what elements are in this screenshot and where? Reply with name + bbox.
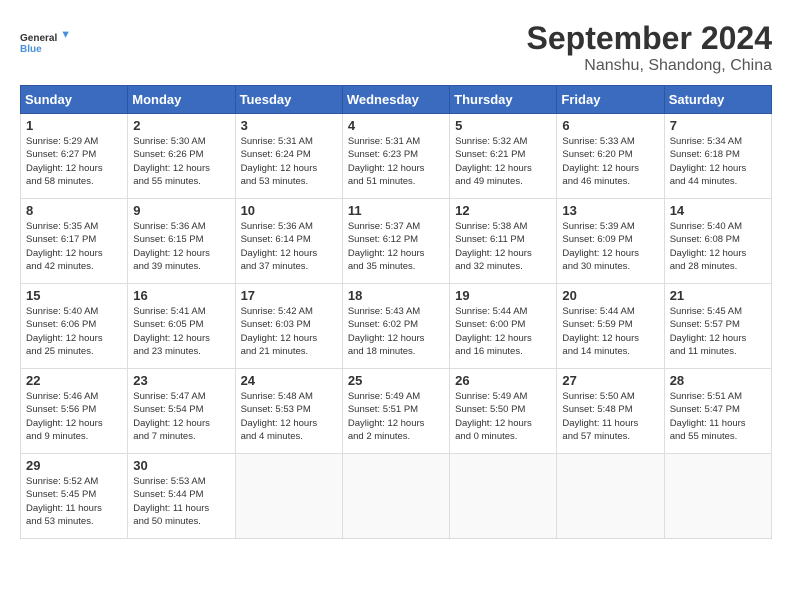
day-1: 1Sunrise: 5:29 AMSunset: 6:27 PMDaylight… bbox=[21, 114, 128, 199]
day-8: 8Sunrise: 5:35 AMSunset: 6:17 PMDaylight… bbox=[21, 199, 128, 284]
day-29: 29Sunrise: 5:52 AMSunset: 5:45 PMDayligh… bbox=[21, 454, 128, 539]
day-empty bbox=[235, 454, 342, 539]
week-row-2: 8Sunrise: 5:35 AMSunset: 6:17 PMDaylight… bbox=[21, 199, 772, 284]
col-wednesday: Wednesday bbox=[342, 86, 449, 114]
col-thursday: Thursday bbox=[450, 86, 557, 114]
day-empty bbox=[557, 454, 664, 539]
col-friday: Friday bbox=[557, 86, 664, 114]
day-6: 6Sunrise: 5:33 AMSunset: 6:20 PMDaylight… bbox=[557, 114, 664, 199]
day-18: 18Sunrise: 5:43 AMSunset: 6:02 PMDayligh… bbox=[342, 284, 449, 369]
logo: General Blue bbox=[20, 20, 70, 65]
day-23: 23Sunrise: 5:47 AMSunset: 5:54 PMDayligh… bbox=[128, 369, 235, 454]
day-14: 14Sunrise: 5:40 AMSunset: 6:08 PMDayligh… bbox=[664, 199, 771, 284]
svg-text:General: General bbox=[20, 33, 57, 44]
day-26: 26Sunrise: 5:49 AMSunset: 5:50 PMDayligh… bbox=[450, 369, 557, 454]
day-30: 30Sunrise: 5:53 AMSunset: 5:44 PMDayligh… bbox=[128, 454, 235, 539]
day-12: 12Sunrise: 5:38 AMSunset: 6:11 PMDayligh… bbox=[450, 199, 557, 284]
day-22: 22Sunrise: 5:46 AMSunset: 5:56 PMDayligh… bbox=[21, 369, 128, 454]
col-monday: Monday bbox=[128, 86, 235, 114]
day-empty bbox=[342, 454, 449, 539]
day-5: 5Sunrise: 5:32 AMSunset: 6:21 PMDaylight… bbox=[450, 114, 557, 199]
day-28: 28Sunrise: 5:51 AMSunset: 5:47 PMDayligh… bbox=[664, 369, 771, 454]
day-7: 7Sunrise: 5:34 AMSunset: 6:18 PMDaylight… bbox=[664, 114, 771, 199]
day-3: 3Sunrise: 5:31 AMSunset: 6:24 PMDaylight… bbox=[235, 114, 342, 199]
day-empty bbox=[450, 454, 557, 539]
col-saturday: Saturday bbox=[664, 86, 771, 114]
day-27: 27Sunrise: 5:50 AMSunset: 5:48 PMDayligh… bbox=[557, 369, 664, 454]
day-20: 20Sunrise: 5:44 AMSunset: 5:59 PMDayligh… bbox=[557, 284, 664, 369]
week-row-1: 1Sunrise: 5:29 AMSunset: 6:27 PMDaylight… bbox=[21, 114, 772, 199]
week-row-5: 29Sunrise: 5:52 AMSunset: 5:45 PMDayligh… bbox=[21, 454, 772, 539]
day-10: 10Sunrise: 5:36 AMSunset: 6:14 PMDayligh… bbox=[235, 199, 342, 284]
page-subtitle: Nanshu, Shandong, China bbox=[527, 57, 772, 75]
day-13: 13Sunrise: 5:39 AMSunset: 6:09 PMDayligh… bbox=[557, 199, 664, 284]
day-19: 19Sunrise: 5:44 AMSunset: 6:00 PMDayligh… bbox=[450, 284, 557, 369]
logo-svg: General Blue bbox=[20, 20, 70, 65]
svg-text:Blue: Blue bbox=[20, 44, 42, 55]
calendar-header-row: Sunday Monday Tuesday Wednesday Thursday… bbox=[21, 86, 772, 114]
week-row-4: 22Sunrise: 5:46 AMSunset: 5:56 PMDayligh… bbox=[21, 369, 772, 454]
calendar-table: Sunday Monday Tuesday Wednesday Thursday… bbox=[20, 85, 772, 539]
col-sunday: Sunday bbox=[21, 86, 128, 114]
day-4: 4Sunrise: 5:31 AMSunset: 6:23 PMDaylight… bbox=[342, 114, 449, 199]
day-16: 16Sunrise: 5:41 AMSunset: 6:05 PMDayligh… bbox=[128, 284, 235, 369]
day-2: 2Sunrise: 5:30 AMSunset: 6:26 PMDaylight… bbox=[128, 114, 235, 199]
day-24: 24Sunrise: 5:48 AMSunset: 5:53 PMDayligh… bbox=[235, 369, 342, 454]
day-11: 11Sunrise: 5:37 AMSunset: 6:12 PMDayligh… bbox=[342, 199, 449, 284]
week-row-3: 15Sunrise: 5:40 AMSunset: 6:06 PMDayligh… bbox=[21, 284, 772, 369]
day-15: 15Sunrise: 5:40 AMSunset: 6:06 PMDayligh… bbox=[21, 284, 128, 369]
day-empty bbox=[664, 454, 771, 539]
header: General Blue September 2024 Nanshu, Shan… bbox=[20, 20, 772, 75]
page-title: September 2024 bbox=[527, 20, 772, 57]
day-25: 25Sunrise: 5:49 AMSunset: 5:51 PMDayligh… bbox=[342, 369, 449, 454]
col-tuesday: Tuesday bbox=[235, 86, 342, 114]
day-17: 17Sunrise: 5:42 AMSunset: 6:03 PMDayligh… bbox=[235, 284, 342, 369]
title-area: September 2024 Nanshu, Shandong, China bbox=[527, 20, 772, 75]
day-9: 9Sunrise: 5:36 AMSunset: 6:15 PMDaylight… bbox=[128, 199, 235, 284]
day-21: 21Sunrise: 5:45 AMSunset: 5:57 PMDayligh… bbox=[664, 284, 771, 369]
